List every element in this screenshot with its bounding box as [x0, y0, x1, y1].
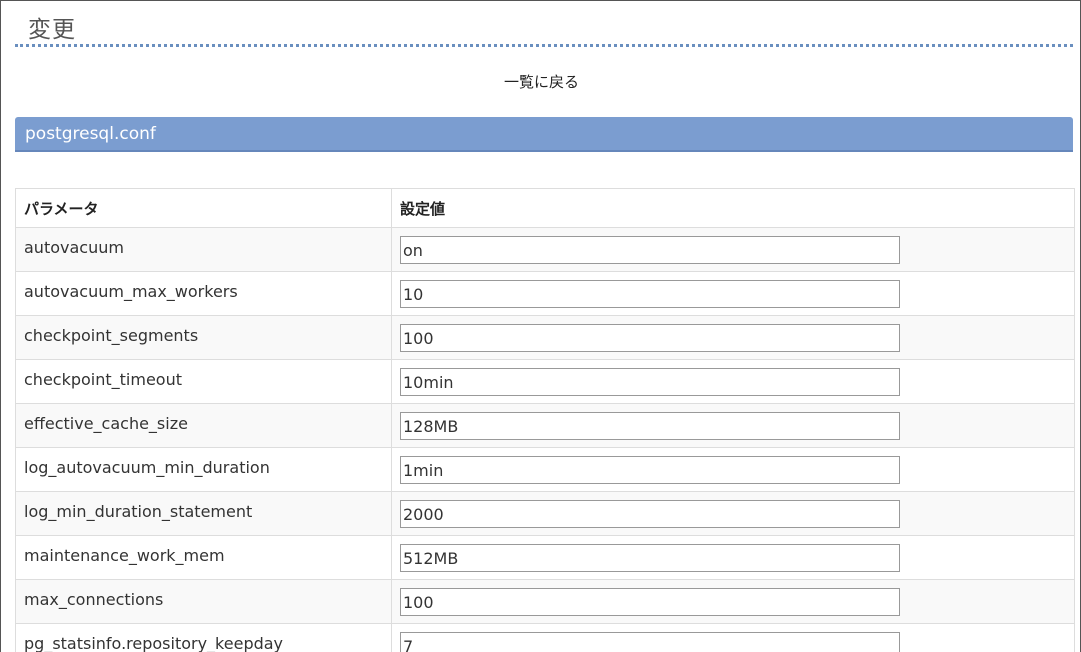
value-cell: [392, 360, 1075, 404]
value-cell: [392, 228, 1075, 272]
table-row: pg_statsinfo.repository_keepday: [16, 624, 1075, 652]
table-row: maintenance_work_mem: [16, 536, 1075, 580]
value-cell: [392, 580, 1075, 624]
page-frame: 変更 一覧に戻る postgresql.conf パラメータ 設定値 autov…: [0, 0, 1081, 652]
page-title: 変更: [28, 10, 76, 44]
parameter-name: effective_cache_size: [16, 404, 392, 448]
value-input[interactable]: [400, 544, 900, 572]
table-header-row: パラメータ 設定値: [16, 189, 1075, 228]
parameter-name: maintenance_work_mem: [16, 536, 392, 580]
value-input[interactable]: [400, 368, 900, 396]
table-row: max_connections: [16, 580, 1075, 624]
parameter-name: autovacuum_max_workers: [16, 272, 392, 316]
table-row: log_autovacuum_min_duration: [16, 448, 1075, 492]
value-input[interactable]: [400, 280, 900, 308]
value-input[interactable]: [400, 500, 900, 528]
table-row: autovacuum_max_workers: [16, 272, 1075, 316]
table-row: checkpoint_timeout: [16, 360, 1075, 404]
value-input[interactable]: [400, 412, 900, 440]
parameter-name: log_min_duration_statement: [16, 492, 392, 536]
table-body: autovacuum autovacuum_max_workers checkp…: [16, 228, 1075, 652]
table-row: autovacuum: [16, 228, 1075, 272]
value-cell: [392, 448, 1075, 492]
value-input[interactable]: [400, 236, 900, 264]
section-header: postgresql.conf: [15, 117, 1073, 152]
back-to-list-link[interactable]: 一覧に戻る: [1, 71, 1081, 92]
parameter-name: checkpoint_timeout: [16, 360, 392, 404]
parameter-name: pg_statsinfo.repository_keepday: [16, 624, 392, 652]
value-input[interactable]: [400, 632, 900, 652]
value-cell: [392, 536, 1075, 580]
value-cell: [392, 404, 1075, 448]
value-cell: [392, 624, 1075, 652]
table-row: checkpoint_segments: [16, 316, 1075, 360]
parameter-name: log_autovacuum_min_duration: [16, 448, 392, 492]
title-divider: [15, 44, 1073, 47]
parameter-table: パラメータ 設定値 autovacuum autovacuum_max_work…: [15, 188, 1075, 652]
parameter-name: max_connections: [16, 580, 392, 624]
section-title: postgresql.conf: [25, 124, 156, 144]
table-row: effective_cache_size: [16, 404, 1075, 448]
value-cell: [392, 272, 1075, 316]
value-cell: [392, 492, 1075, 536]
column-header-value: 設定値: [392, 189, 1075, 228]
parameter-name: checkpoint_segments: [16, 316, 392, 360]
value-cell: [392, 316, 1075, 360]
value-input[interactable]: [400, 588, 900, 616]
value-input[interactable]: [400, 324, 900, 352]
parameter-name: autovacuum: [16, 228, 392, 272]
value-input[interactable]: [400, 456, 900, 484]
column-header-parameter: パラメータ: [16, 189, 392, 228]
table-row: log_min_duration_statement: [16, 492, 1075, 536]
